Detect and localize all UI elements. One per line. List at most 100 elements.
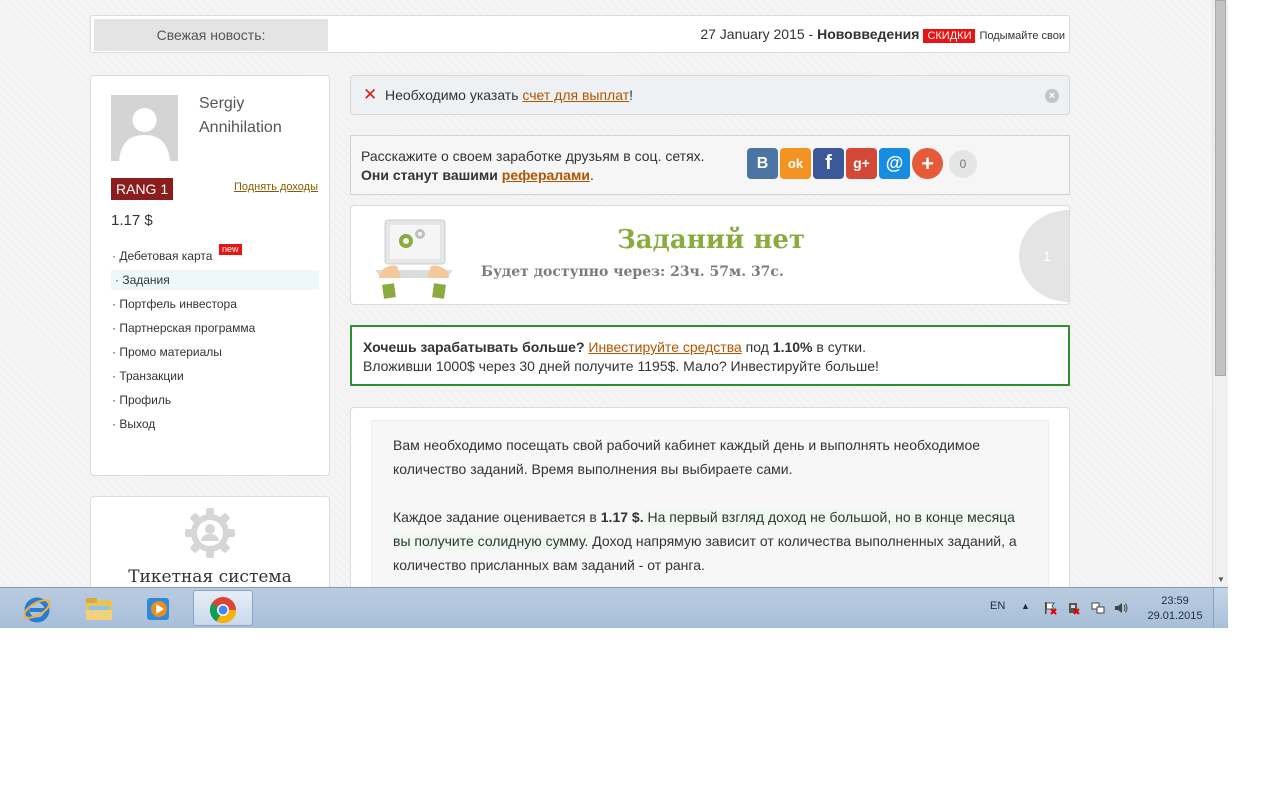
sidebar-item-label: · Дебетовая карта xyxy=(112,249,213,263)
media-player-icon xyxy=(147,598,169,620)
invest-mid: под xyxy=(741,339,773,355)
folder-icon xyxy=(86,598,112,620)
system-clock[interactable]: 23:59 29.01.2015 xyxy=(1140,594,1210,624)
alert-text: Необходимо указать xyxy=(385,87,523,103)
news-title[interactable]: Нововведения xyxy=(817,26,919,42)
show-desktop-button[interactable] xyxy=(1213,588,1228,628)
rank-badge: RANG 1 xyxy=(111,178,174,200)
taskbar-file-explorer[interactable] xyxy=(70,590,128,626)
share-line-2-end: . xyxy=(589,167,594,183)
tasks-card: Заданий нет Будет доступно через: 23ч. 5… xyxy=(350,205,1070,305)
chrome-icon xyxy=(209,597,237,624)
sidebar-item-profile[interactable]: · Профиль xyxy=(111,390,319,410)
balance: 1.17 $ xyxy=(111,212,153,229)
share-line-1: Расскажите о своем заработке друзьям в с… xyxy=(361,148,705,164)
payout-account-link[interactable]: счет для выплат xyxy=(522,87,629,103)
share-text: Расскажите о своем заработке друзьям в с… xyxy=(361,147,705,185)
sidebar-item-promo-materials[interactable]: · Промо материалы xyxy=(111,342,319,362)
taskbar-chrome[interactable] xyxy=(193,590,253,626)
payout-account-alert: ✕ Необходимо указать счет для выплат! × xyxy=(350,75,1070,115)
scrollbar-thumb[interactable] xyxy=(1215,0,1226,376)
news-ticker[interactable]: 27 January 2015 - Нововведения СКИДКИ Поды… xyxy=(700,16,1065,52)
clock-time: 23:59 xyxy=(1161,595,1189,607)
vk-icon: В xyxy=(756,155,769,172)
invest-tail: в сутки. xyxy=(812,339,866,355)
tickets-title: Тикетная система xyxy=(128,567,292,587)
avatar[interactable] xyxy=(111,95,178,161)
no-tasks-title: Заданий нет xyxy=(616,225,806,255)
tasks-countdown: Будет доступно через: 23ч. 57м. 37с. xyxy=(481,264,784,280)
mail-icon: @ xyxy=(885,153,904,173)
info-p2-a: Каждое задание оценивается в xyxy=(393,509,601,525)
google-plus-icon: g+ xyxy=(853,155,870,171)
invest-promo-box: Хочешь зарабатывать больше? Инвестируйте… xyxy=(350,325,1070,386)
more-share-button[interactable]: + xyxy=(912,148,943,179)
tray-expand-icon[interactable]: ▲ xyxy=(1021,601,1030,641)
info-content: Вам необходимо посещать свой рабочий каб… xyxy=(371,420,1049,587)
invest-link[interactable]: Инвестируйте средства xyxy=(588,339,741,355)
sidebar-item-affiliate-program[interactable]: · Партнерская программа xyxy=(111,318,319,338)
news-bar: Свежая новость: 27 January 2015 - Нововв… xyxy=(90,15,1070,53)
referrals-link[interactable]: рефералами xyxy=(502,167,590,183)
odnoklassniki-share-button[interactable]: ok xyxy=(780,148,811,179)
page-scrollbar[interactable]: ▼ xyxy=(1212,0,1228,587)
network-icon[interactable] xyxy=(1091,601,1105,615)
mail-share-button[interactable]: @ xyxy=(879,148,910,179)
sidebar-item-transactions[interactable]: · Транзакции xyxy=(111,366,319,386)
clock-date: 29.01.2015 xyxy=(1147,610,1203,622)
ticket-system-card[interactable]: Тикетная система xyxy=(90,496,330,587)
user-silhouette-icon xyxy=(111,95,178,161)
info-card: Вам необходимо посещать свой рабочий каб… xyxy=(350,407,1070,587)
facebook-icon: f xyxy=(825,152,832,174)
new-badge: new xyxy=(219,244,242,255)
news-sale-badge: СКИДКИ xyxy=(923,29,976,43)
sidebar-item-logout[interactable]: · Выход xyxy=(111,414,319,434)
sidebar-menu: · Дебетовая карта new · Задания · Портфел… xyxy=(111,244,319,438)
task-counter-circle: 1 xyxy=(1019,210,1069,302)
username-first: Sergiy xyxy=(199,95,245,112)
sidebar-item-debit-card[interactable]: · Дебетовая карта new xyxy=(111,244,319,266)
raise-income-link[interactable]: Поднять доходы xyxy=(234,181,318,193)
action-center-flag-icon[interactable] xyxy=(1043,601,1057,615)
facebook-share-button[interactable]: f xyxy=(813,148,844,179)
volume-icon[interactable] xyxy=(1114,601,1128,615)
invest-rate: 1.10% xyxy=(772,339,813,355)
username: Sergiy Annihilation xyxy=(199,92,282,140)
info-task-price: 1.17 $. xyxy=(600,509,644,525)
profile-card: Sergiy Annihilation RANG 1 Поднять доход… xyxy=(90,75,330,476)
username-last: Annihilation xyxy=(199,119,282,136)
invest-text: Хочешь зарабатывать больше? Инвестируйте… xyxy=(363,338,879,376)
news-label: Свежая новость: xyxy=(94,19,328,51)
scroll-down-arrow-icon[interactable]: ▼ xyxy=(1216,575,1226,585)
taskbar-internet-explorer[interactable] xyxy=(8,590,66,626)
usb-device-icon[interactable] xyxy=(1066,601,1080,615)
browser-viewport: Свежая новость: 27 January 2015 - Нововв… xyxy=(0,0,1212,587)
invest-line-1: Хочешь зарабатывать больше? Инвестируйте… xyxy=(363,338,879,357)
language-indicator[interactable]: EN xyxy=(990,600,1005,640)
odnoklassniki-icon: ok xyxy=(787,156,804,171)
news-date: 27 January 2015 - xyxy=(700,26,818,42)
news-snippet: Подымайте свои xyxy=(979,30,1065,42)
alert-message: Необходимо указать счет для выплат! xyxy=(385,87,633,103)
invest-line-2: Вложивши 1000$ через 30 дней получите 11… xyxy=(363,358,879,374)
support-gear-icon xyxy=(184,507,236,559)
alert-text-end: ! xyxy=(629,87,634,103)
close-icon[interactable]: × xyxy=(1045,89,1059,103)
laptop-hands-icon xyxy=(371,214,457,302)
taskbar-media-player[interactable] xyxy=(130,590,188,626)
share-count: 0 xyxy=(949,150,977,178)
social-share-box: Расскажите о своем заработке друзьям в с… xyxy=(350,135,1070,195)
share-line-2: Они станут вашими рефералами. xyxy=(361,166,705,185)
sidebar-item-tasks[interactable]: · Задания xyxy=(111,270,319,290)
windows-taskbar: EN ▲ 23:59 29.01.2015 xyxy=(0,587,1228,628)
share-line-2-text: Они станут вашими xyxy=(361,167,502,183)
google-plus-share-button[interactable]: g+ xyxy=(846,148,877,179)
internet-explorer-icon xyxy=(23,597,51,623)
sidebar-item-investor-portfolio[interactable]: · Портфель инвестора xyxy=(111,294,319,314)
info-paragraph-1: Вам необходимо посещать свой рабочий каб… xyxy=(393,437,981,477)
plus-icon: + xyxy=(921,151,934,176)
vk-share-button[interactable]: В xyxy=(747,148,778,179)
info-paragraph-2: Каждое задание оценивается в 1.17 $. На … xyxy=(393,505,1027,577)
invest-question: Хочешь зарабатывать больше? xyxy=(363,339,585,355)
error-icon: ✕ xyxy=(363,85,378,104)
